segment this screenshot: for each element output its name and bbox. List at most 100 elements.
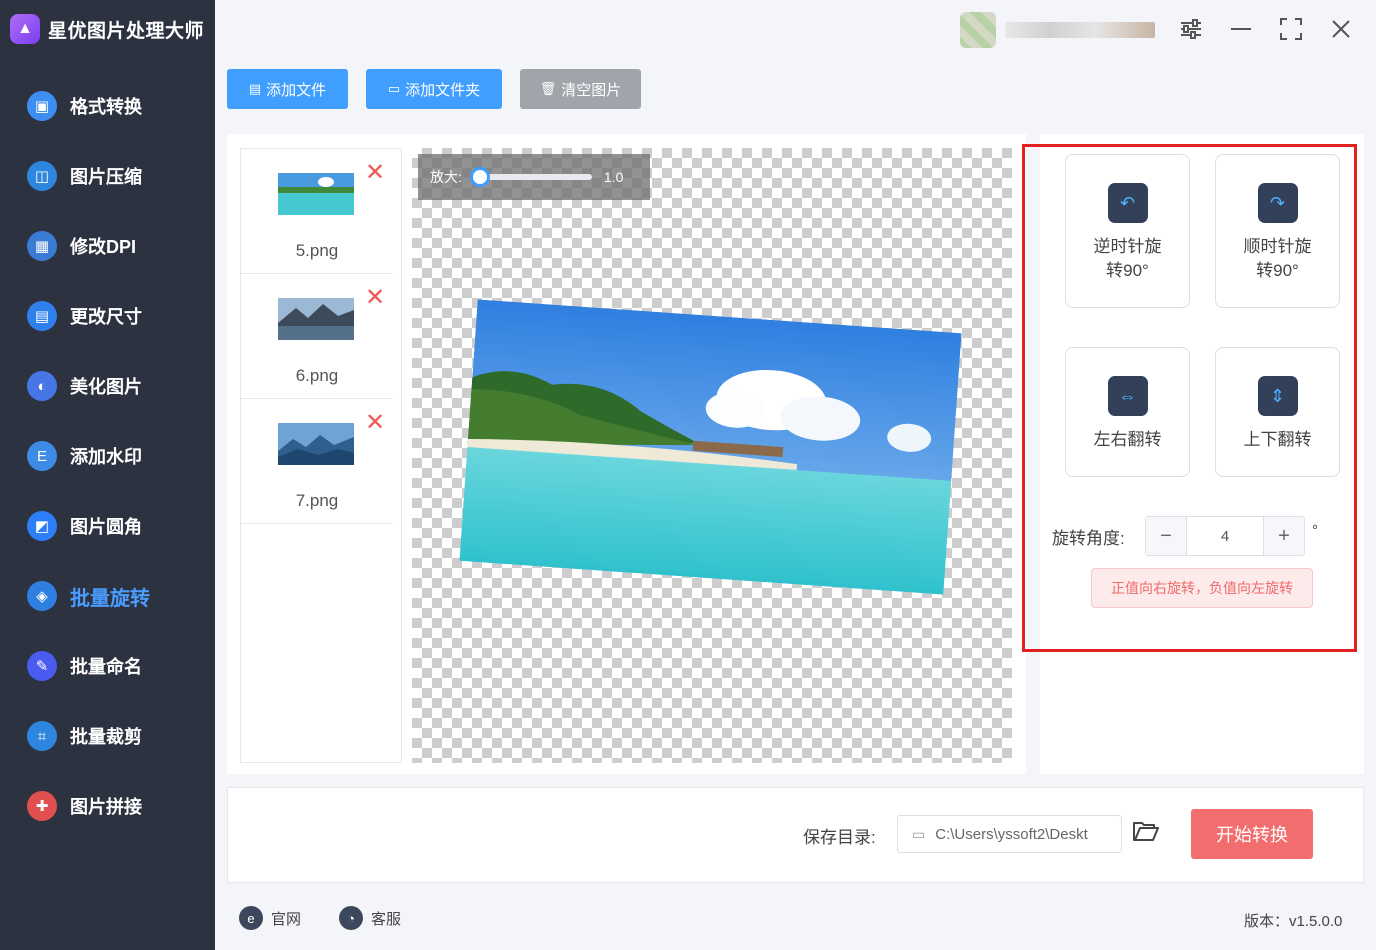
rotate-ccw-icon: ↶ [1107, 183, 1148, 223]
zoom-value: 1.0 [603, 169, 624, 185]
zoom-label: 放大: [430, 169, 462, 185]
ie-icon: e [239, 906, 263, 930]
file-item[interactable]: 5.png ✕ [241, 149, 393, 274]
sidebar-item-label: 批量旋转 [70, 587, 150, 610]
rotate-icon: ◈ [27, 581, 57, 611]
crop-icon: ⌗ [27, 721, 57, 751]
browse-folder-icon[interactable] [1133, 820, 1159, 849]
image-preview-canvas[interactable]: 放大: 1.0 [412, 148, 1012, 763]
round-corner-icon: ◩ [27, 511, 57, 541]
rotation-hint: 正值向右旋转，负值向左旋转 [1091, 568, 1313, 608]
rotate-cw-label: 顺时针旋 转90° [1243, 237, 1312, 280]
degree-unit: ° [1312, 522, 1318, 539]
file-icon: ▤ [248, 81, 262, 96]
sidebar-item[interactable]: ▦ 修改DPI [0, 211, 215, 281]
user-avatar[interactable] [960, 12, 996, 48]
flip-horizontal-label: 左右翻转 [1093, 430, 1162, 449]
sidebar-item-label: 图片圆角 [70, 517, 142, 537]
sidebar-item-label: 修改DPI [70, 237, 137, 257]
sidebar-item[interactable]: ▣ 格式转换 [0, 71, 215, 141]
support-link[interactable]: ◔ 客服 [339, 906, 401, 930]
file-item[interactable]: 6.png ✕ [241, 274, 393, 399]
sidebar-item-label: 添加水印 [70, 447, 142, 467]
maximize-icon[interactable] [1276, 14, 1306, 44]
zoom-slider-handle[interactable] [469, 167, 490, 187]
sidebar-item[interactable]: ⌗ 批量裁剪 [0, 701, 215, 771]
sidebar-item-label: 批量裁剪 [70, 727, 142, 747]
save-directory-field[interactable]: ▭ C:\Users\yssoft2\Deskt [897, 815, 1122, 853]
rotate-cw-icon: ↷ [1257, 183, 1298, 223]
zoom-slider[interactable] [469, 167, 592, 187]
rotation-angle-stepper: − + [1145, 516, 1305, 556]
flip-vertical-label: 上下翻转 [1243, 430, 1312, 449]
start-conversion-button[interactable]: 开始转换 [1191, 809, 1313, 859]
sidebar-item-label: 图片压缩 [70, 167, 142, 187]
app-title: 星优图片处理大师 [48, 20, 205, 42]
watermark-icon: E [27, 441, 57, 471]
decrement-button[interactable]: − [1146, 517, 1186, 555]
sidebar-item[interactable]: ▤ 更改尺寸 [0, 281, 215, 351]
save-directory-path: C:\Users\yssoft2\Deskt [935, 825, 1088, 843]
file-name: 6.png [295, 366, 339, 385]
file-thumbnail [278, 173, 354, 215]
website-link[interactable]: e 官网 [239, 906, 301, 930]
add-folder-label: 添加文件夹 [405, 81, 481, 99]
sidebar-item[interactable]: E 添加水印 [0, 421, 215, 491]
sidebar-item[interactable]: ◩ 图片圆角 [0, 491, 215, 561]
sidebar-item-label: 批量命名 [70, 657, 142, 677]
add-folder-button[interactable]: ▭ 添加文件夹 [366, 69, 502, 109]
resize-icon: ▤ [27, 301, 57, 331]
flip-vertical-button[interactable]: ⇕ 上下翻转 [1215, 347, 1340, 477]
file-thumbnail [278, 423, 354, 465]
zoom-control: 放大: 1.0 [418, 154, 650, 200]
sidebar-item[interactable]: ✚ 图片拼接 [0, 771, 215, 841]
file-name: 7.png [295, 491, 339, 510]
add-file-label: 添加文件 [266, 81, 327, 99]
rotate-ccw-90-button[interactable]: ↶ 逆时针旋 转90° [1065, 154, 1190, 308]
sidebar-item[interactable]: ◫ 图片压缩 [0, 141, 215, 211]
file-list: 5.png ✕ 6.png ✕ 7.png ✕ [240, 148, 402, 763]
app-logo-icon: ▲ [10, 14, 40, 44]
chat-support-icon: ◔ [339, 906, 363, 930]
save-directory-label: 保存目录: [803, 828, 876, 847]
rename-icon: ✎ [27, 651, 57, 681]
sidebar-item-label: 图片拼接 [70, 797, 142, 817]
close-icon[interactable] [1326, 14, 1356, 44]
increment-button[interactable]: + [1264, 517, 1304, 555]
beautify-icon: ◐ [27, 371, 57, 401]
sidebar-item[interactable]: ◐ 美化图片 [0, 351, 215, 421]
rotated-image-preview [459, 299, 962, 595]
version-label: 版本：v1.5.0.0 [1244, 913, 1343, 930]
rotation-angle-label: 旋转角度: [1052, 529, 1125, 548]
dpi-icon: ▦ [27, 231, 57, 261]
remove-file-icon[interactable]: ✕ [365, 411, 385, 435]
folder-icon: ▭ [387, 81, 401, 96]
user-name-blurred [1005, 22, 1155, 38]
image-compress-icon: ◫ [27, 161, 57, 191]
sidebar-item-label: 美化图片 [70, 377, 142, 397]
flip-horizontal-button[interactable]: ⇔ 左右翻转 [1065, 347, 1190, 477]
website-label: 官网 [271, 910, 302, 928]
sidebar-item-label: 更改尺寸 [70, 307, 142, 327]
minimize-icon[interactable] [1226, 14, 1256, 44]
sidebar-item[interactable]: ✎ 批量命名 [0, 631, 215, 701]
settings-sliders-icon[interactable] [1176, 14, 1206, 44]
file-thumbnail [278, 298, 354, 340]
title-bar [215, 0, 1376, 58]
sidebar-item[interactable]: ◈ 批量旋转 [0, 561, 215, 631]
clear-images-button[interactable]: 🗑 清空图片 [520, 69, 641, 109]
remove-file-icon[interactable]: ✕ [365, 161, 385, 185]
flip-horizontal-icon: ⇔ [1107, 376, 1148, 416]
image-convert-icon: ▣ [27, 91, 57, 121]
file-item[interactable]: 7.png ✕ [241, 399, 393, 524]
support-label: 客服 [371, 910, 402, 928]
add-file-button[interactable]: ▤ 添加文件 [227, 69, 348, 109]
remove-file-icon[interactable]: ✕ [365, 286, 385, 310]
rotation-angle-input[interactable] [1186, 517, 1264, 555]
rotate-ccw-label: 逆时针旋 转90° [1093, 237, 1162, 280]
file-name: 5.png [295, 241, 339, 260]
trash-icon: 🗑 [539, 81, 557, 96]
rotate-cw-90-button[interactable]: ↷ 顺时针旋 转90° [1215, 154, 1340, 308]
folder-icon: ▭ [912, 825, 926, 842]
sidebar: ▲ 星优图片处理大师 ▣ 格式转换 ◫ 图片压缩 ▦ 修改DPI ▤ 更改尺寸 ◐ 美化图片 E 添加… [0, 0, 215, 950]
